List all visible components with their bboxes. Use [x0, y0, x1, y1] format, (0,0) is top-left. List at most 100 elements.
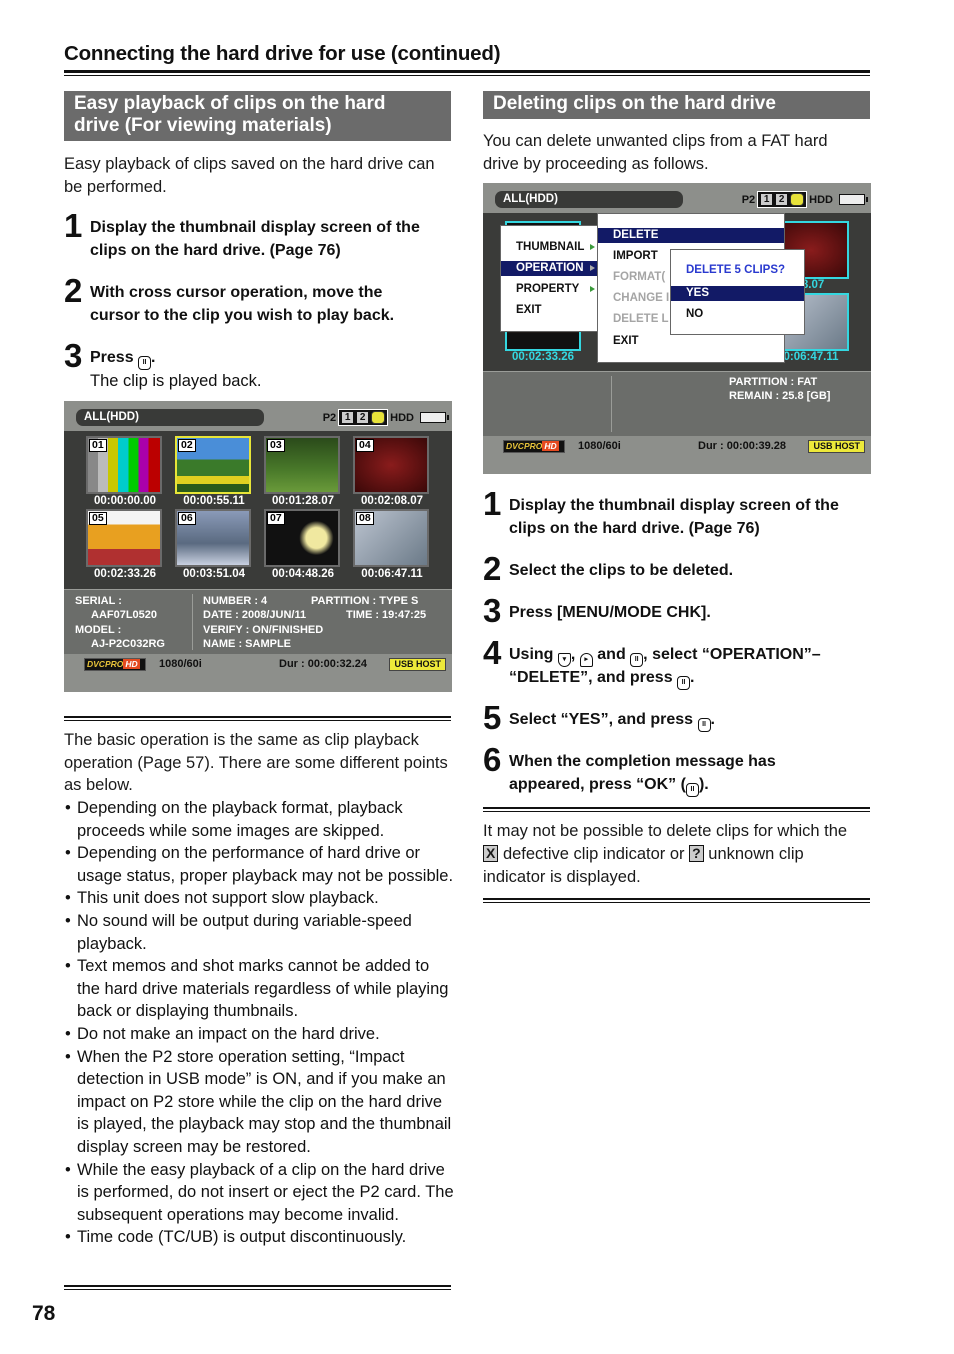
step-number: 1: [483, 485, 502, 522]
clip-number: 04: [356, 439, 374, 452]
delete-step-4: 4 Using ▾, ▸ and II, select “OPERATION”–…: [483, 634, 821, 690]
page-number: 78: [32, 1302, 56, 1325]
step-text: appeared, press “OK” (: [509, 775, 686, 793]
codec-label: DVCPRO: [87, 659, 124, 669]
info-divider: [611, 376, 612, 432]
thumbnail[interactable]: 06: [175, 509, 251, 567]
step-text: Using: [509, 646, 554, 663]
step-text: Press: [90, 349, 134, 366]
screen-bottom-bar: DVCPRO HD 1080/60i Dur : 00:00:39.28 USB …: [483, 436, 871, 474]
mode-label: ALL(HDD): [495, 191, 683, 208]
section-heading-deleting: Deleting clips on the hard drive: [483, 91, 870, 119]
menu-item-property[interactable]: PROPERTY: [501, 282, 599, 297]
hdd-label: HDD: [809, 193, 833, 206]
timecode: 00:03:51.04: [182, 568, 246, 580]
serial-value: AAF07L0520: [91, 609, 158, 621]
step-number: 3: [64, 337, 83, 374]
p2-label: P2: [741, 193, 756, 206]
unknown-clip-icon: ?: [689, 845, 704, 862]
clip-number: 07: [267, 512, 285, 525]
delete-step-5: 5 Select “YES”, and press II.: [483, 701, 715, 734]
partition-value: PARTITION : FAT: [729, 376, 818, 388]
step-text: clips on the hard drive. (Page 76): [90, 241, 341, 259]
menu-item-label: OPERATION: [516, 262, 584, 274]
remain-value: REMAIN : 25.8 [GB]: [729, 390, 831, 402]
submenu-arrow-icon: [590, 244, 595, 250]
title-rule: [64, 70, 870, 76]
page-title: Connecting the hard drive for use (conti…: [64, 42, 501, 65]
step-text: clips on the hard drive. (Page 76): [509, 519, 760, 537]
thumbnail[interactable]: 05: [86, 509, 162, 567]
step-text: and: [597, 646, 626, 663]
punctuation: .: [690, 669, 695, 686]
p2-label: P2: [322, 411, 337, 424]
clip-number: 05: [89, 512, 107, 525]
slot-2-icon: 2: [356, 411, 370, 424]
hdd-icon: [371, 411, 386, 424]
menu-item-label: PROPERTY: [516, 283, 580, 295]
submenu-arrow-icon: [590, 265, 595, 271]
dialog-option-no[interactable]: NO: [671, 307, 804, 322]
timecode: 00:01:28.07: [271, 495, 335, 507]
battery-icon: [420, 412, 449, 423]
timecode: 00:02:33.26: [93, 568, 157, 580]
thumbnail-screen: ALL(HDD) P2 1 2 HDD 01 00:00:00.00 02 00:00…: [64, 401, 452, 692]
hdd-label: HDD: [390, 411, 414, 424]
clip-number: 01: [89, 439, 107, 452]
menu-item-thumbnail[interactable]: THUMBNAIL: [501, 240, 599, 255]
right-button-icon: ▸: [579, 653, 593, 667]
submenu-item-delete[interactable]: DELETE: [598, 228, 784, 243]
menu-item-label: THUMBNAIL: [516, 241, 585, 253]
step-text: Select the clips to be deleted.: [509, 562, 734, 579]
submenu-arrow-icon: [590, 286, 595, 292]
step-3: 3 Press II. The clip is played back.: [64, 337, 262, 393]
thumbnail[interactable]: 07: [264, 509, 340, 567]
dialog-option-yes[interactable]: YES: [671, 286, 804, 301]
dvcpro-hd-logo: DVCPRO HD: [503, 440, 565, 453]
info-divider: [192, 594, 193, 650]
delete-note: It may not be possible to delete clips f…: [483, 820, 863, 889]
menu-item-exit[interactable]: EXIT: [501, 303, 599, 318]
punctuation: ).: [698, 775, 709, 793]
usb-host-badge: USB HOST: [389, 658, 446, 671]
mode-label: ALL(HDD): [76, 409, 264, 426]
step-text: Press [MENU/MODE CHK].: [509, 604, 711, 621]
note-item: Depending on the performance of hard dri…: [64, 842, 454, 887]
usb-host-badge: USB HOST: [808, 440, 865, 453]
partition-value: PARTITION : TYPE S: [311, 595, 419, 607]
set-button-icon: II: [685, 782, 699, 797]
media-status: P2 1 2 HDD: [741, 191, 868, 208]
clip-info-panel: SERIAL : AAF07L0520 MODEL : AJ-P2C032RG …: [64, 589, 452, 654]
step-text: Display the thumbnail display screen of …: [509, 497, 839, 514]
battery-icon: [839, 194, 868, 205]
timecode: 00:02:08.07: [360, 495, 424, 507]
duration-label: Dur : 00:00:32.24: [279, 658, 368, 670]
down-button-icon: ▾: [557, 653, 571, 667]
thumbnail[interactable]: 01: [86, 436, 162, 494]
step-number: 1: [64, 207, 83, 244]
note-item: While the easy playback of a clip on the…: [64, 1159, 454, 1227]
codec-hd-label: HD: [123, 659, 140, 669]
slot-2-icon: 2: [775, 193, 789, 206]
note-item: Depending on the playback format, playba…: [64, 797, 454, 842]
slot-group: 1 2: [338, 409, 389, 426]
submenu-item-exit[interactable]: EXIT: [598, 334, 784, 349]
delete-note-rule-bottom: [483, 898, 870, 903]
model-value: AJ-P2C032RG: [91, 638, 165, 650]
thumbnail[interactable]: 02: [175, 436, 251, 494]
note-item: This unit does not support slow playback…: [64, 887, 454, 910]
defective-clip-icon: X: [483, 845, 499, 862]
delete-step-1: 1 Display the thumbnail display screen o…: [483, 485, 839, 540]
hdd-icon: [790, 193, 805, 206]
menu-item-operation[interactable]: OPERATION: [501, 261, 599, 276]
step-number: 4: [483, 634, 502, 671]
step-number: 6: [483, 741, 502, 778]
step-2: 2 With cross cursor operation, move the c…: [64, 274, 394, 327]
thumbnail[interactable]: 08: [353, 509, 429, 567]
section-heading-line: Easy playback of clips on the hard: [74, 93, 386, 114]
step-text: With cross cursor operation, move the: [90, 284, 383, 301]
dialog-title: DELETE 5 CLIPS?: [686, 264, 786, 276]
thumbnail[interactable]: 03: [264, 436, 340, 494]
thumbnail[interactable]: 04: [353, 436, 429, 494]
slot-1-icon: 1: [760, 193, 774, 206]
